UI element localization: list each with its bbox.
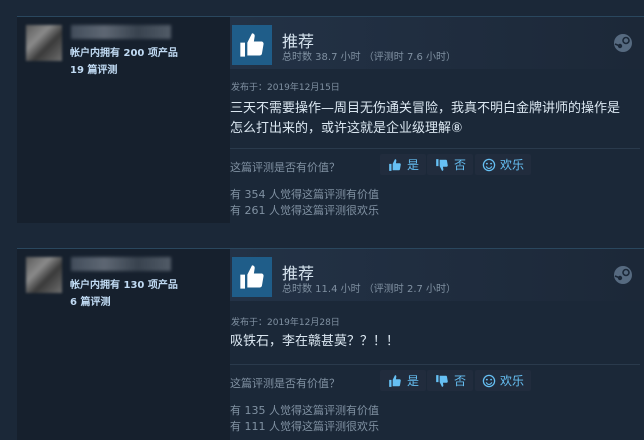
vote-no-button[interactable]: 否 (427, 370, 474, 391)
divider (230, 364, 640, 365)
smiley-icon (482, 374, 496, 387)
persona-name-blurred[interactable] (71, 257, 171, 271)
review-content: 吸铁石，李在赣甚莫？？！！ (230, 334, 400, 349)
review-card: 帐户内拥有 130 项产品 6 篇评测 推荐 总时数 11.4 小时 （评测时 … (17, 248, 644, 440)
vote-yes-label: 是 (407, 374, 420, 388)
thumbs-up-icon (232, 257, 272, 297)
funny-count: 有 261 人觉得这篇评测很欢乐 (230, 204, 379, 217)
thumbs-up-icon (389, 374, 401, 387)
vote-funny-label: 欢乐 (500, 158, 525, 172)
review-content: 三天不需要操作—周目无伤通关冒险，我真不明白金牌讲师的操作是怎么打出来的，或许这… (230, 101, 621, 136)
helpful-question: 这篇评测是否有价值？ (230, 161, 340, 174)
thumbs-down-icon (436, 158, 448, 171)
vote-header[interactable]: 推荐 总时数 38.7 小时 （评测时 7.6 小时） (230, 17, 644, 69)
smiley-icon (482, 158, 496, 171)
thumbs-up-icon (232, 25, 272, 65)
avatar[interactable] (26, 25, 62, 61)
thumbs-down-icon (436, 374, 448, 387)
posted-date: 发布于：2019年12月28日 (231, 318, 340, 328)
reviewer-info: 帐户内拥有 130 项产品 6 篇评测 (17, 249, 230, 440)
reviewer-info: 帐户内拥有 200 项产品 19 篇评测 (17, 17, 230, 223)
vote-no-button[interactable]: 否 (427, 154, 474, 175)
helpful-count: 有 354 人觉得这篇评测有价值 (230, 188, 379, 201)
helpful-question: 这篇评测是否有价值？ (230, 377, 340, 390)
helpful-count: 有 135 人觉得这篇评测有价值 (230, 404, 379, 417)
playtime-hours: 总时数 38.7 小时 （评测时 7.6 小时） (282, 52, 457, 63)
vote-header[interactable]: 推荐 总时数 11.4 小时 （评测时 2.7 小时） (230, 249, 644, 301)
divider (230, 148, 640, 149)
review-body: 推荐 总时数 38.7 小时 （评测时 7.6 小时） 发布于：2019年12月… (230, 17, 644, 223)
review-count[interactable]: 19 篇评测 (70, 61, 117, 76)
products-owned[interactable]: 帐户内拥有 130 项产品 (70, 276, 178, 291)
vote-no-label: 否 (454, 374, 467, 388)
products-owned[interactable]: 帐户内拥有 200 项产品 (70, 44, 178, 59)
review-body: 推荐 总时数 11.4 小时 （评测时 2.7 小时） 发布于：2019年12月… (230, 249, 644, 440)
thumbs-up-icon (389, 158, 401, 171)
review-count[interactable]: 6 篇评测 (70, 293, 110, 308)
vote-funny-label: 欢乐 (500, 374, 525, 388)
vote-yes-button[interactable]: 是 (380, 154, 427, 175)
vote-yes-button[interactable]: 是 (380, 370, 427, 391)
avatar[interactable] (26, 257, 62, 293)
steam-icon (613, 33, 633, 53)
vote-no-label: 否 (454, 158, 467, 172)
vote-yes-label: 是 (407, 158, 420, 172)
steam-icon (613, 265, 633, 285)
vote-funny-button[interactable]: 欢乐 (475, 154, 532, 175)
vote-funny-button[interactable]: 欢乐 (475, 370, 532, 391)
persona-name-blurred[interactable] (71, 25, 171, 39)
funny-count: 有 111 人觉得这篇评测很欢乐 (230, 420, 379, 433)
posted-date: 发布于：2019年12月15日 (231, 83, 340, 93)
review-card: 帐户内拥有 200 项产品 19 篇评测 推荐 总时数 38.7 小时 （评测时… (17, 16, 644, 223)
playtime-hours: 总时数 11.4 小时 （评测时 2.7 小时） (282, 284, 457, 295)
